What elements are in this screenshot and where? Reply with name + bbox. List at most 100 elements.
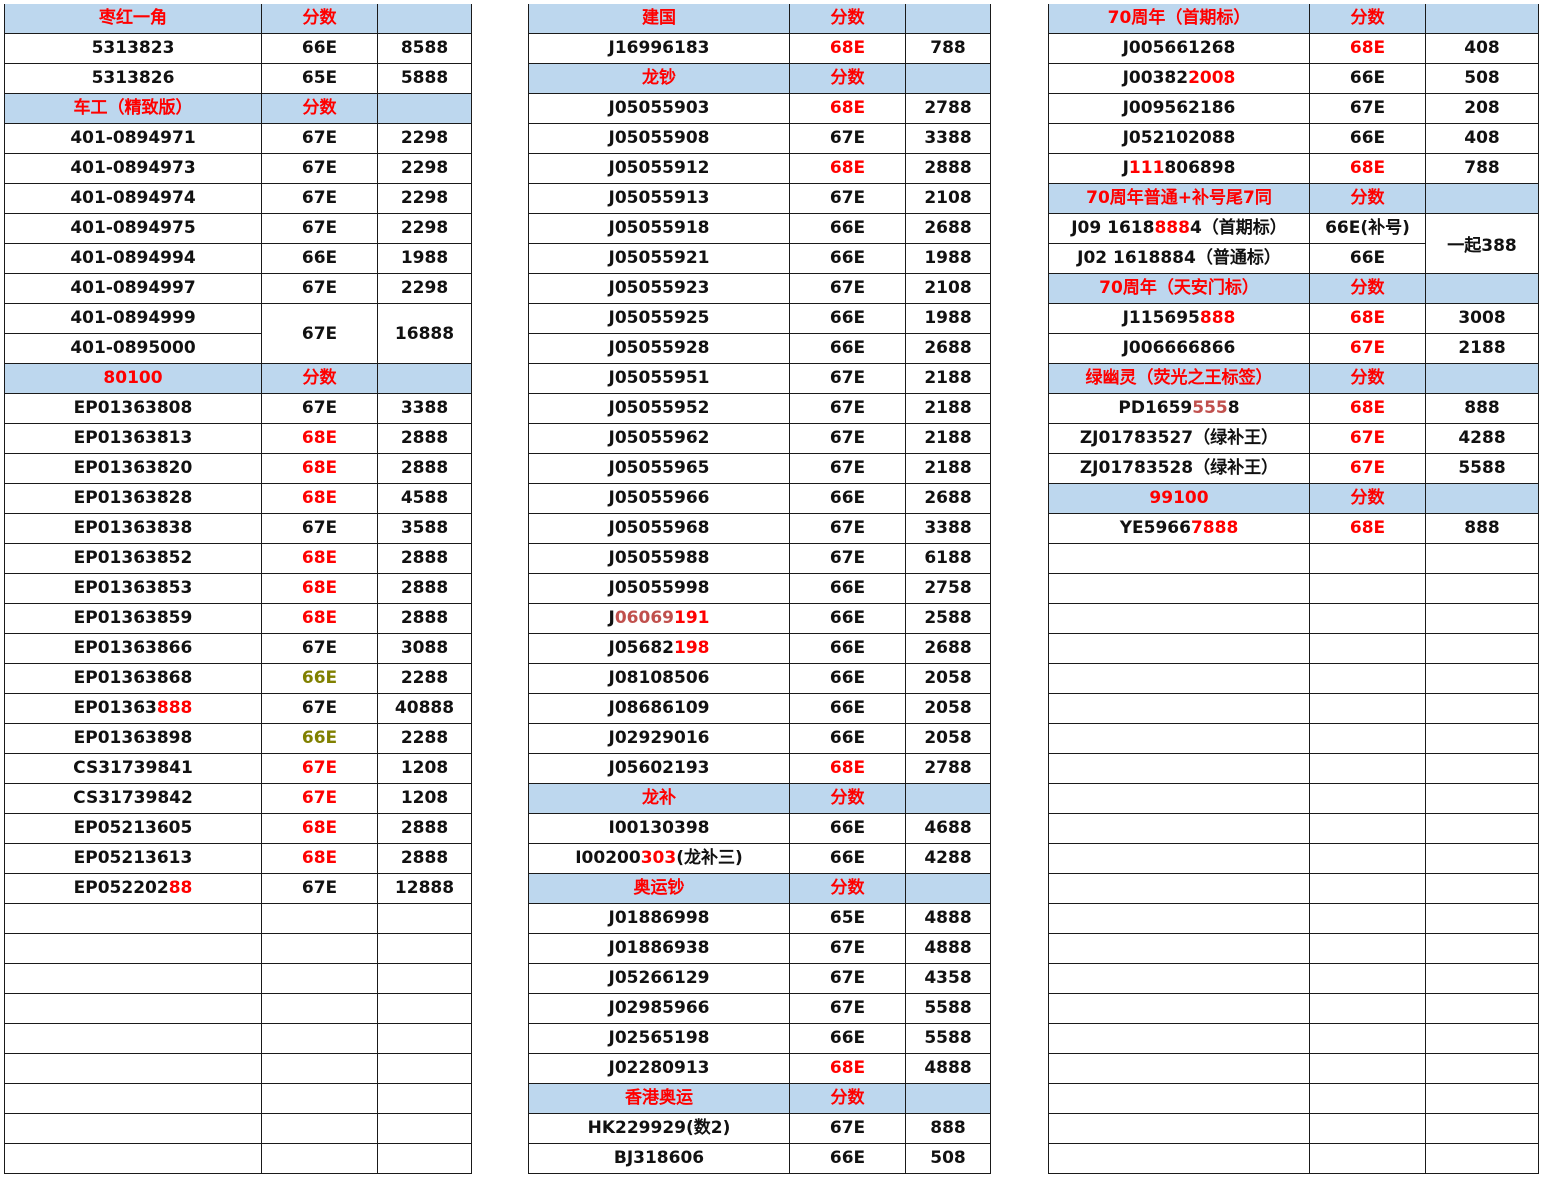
price-cell [1425,933,1539,964]
table-row: J05055908 67E 3388 [528,123,991,154]
table-row: J05055923 67E 2108 [528,273,991,304]
price-cell: 2298 [377,123,472,154]
price-cell: 4888 [905,933,991,964]
header-price-cell [905,1083,991,1114]
serial-cell: 401-0894999 [4,303,262,334]
table-row [1048,693,1539,724]
serial-cell: EP01363808 [4,393,262,424]
price-cell: 2888 [377,843,472,874]
table-row: J01886998 65E 4888 [528,903,991,934]
serial-cell [1048,933,1310,964]
price-cell [377,1113,472,1144]
table-row: EP01363866 67E 3088 [4,633,472,664]
table-row [1048,753,1539,784]
table-row [1048,1083,1539,1114]
grade-cell: 68E [261,483,378,514]
grade-cell [1309,663,1426,694]
grade-cell: 66E [261,663,378,694]
price-cell: 2188 [905,453,991,484]
header-price-cell [1425,4,1539,34]
serial-cell: 5313823 [4,33,262,64]
table-row [1048,1053,1539,1084]
serial-cell: I00130398 [528,813,790,844]
table-row: EP01363838 67E 3588 [4,513,472,544]
table-row: J05055965 67E 2188 [528,453,991,484]
grade-cell [1309,843,1426,874]
serial-cell: J05055923 [528,273,790,304]
price-cell: 508 [1425,63,1539,94]
price-cell: 2108 [905,183,991,214]
table-row [4,1023,472,1054]
serial-cell [4,1083,262,1114]
price-cell: 2298 [377,183,472,214]
table-row: J05682198 66E 2688 [528,633,991,664]
serial-cell: 5313826 [4,63,262,94]
grade-cell: 67E [261,273,378,304]
grade-cell: 65E [261,63,378,94]
grade-cell: 66E(补号) [1309,213,1426,244]
serial-cell: 401-0894997 [4,273,262,304]
price-cell: 5888 [377,63,472,94]
grade-cell [1309,1053,1426,1084]
table-row: J005661268 68E 408 [1048,33,1539,64]
grade-cell [1309,813,1426,844]
serial-cell: J05055913 [528,183,790,214]
table-row: 5313823 66E 8588 [4,33,472,64]
price-cell: 1988 [905,303,991,334]
price-cell: 4588 [377,483,472,514]
table-row: J05055913 67E 2108 [528,183,991,214]
table-row: J05055928 66E 2688 [528,333,991,364]
grade-cell [261,1143,378,1174]
table-row: 401-0894975 67E 2298 [4,213,472,244]
table-row [4,993,472,1024]
serial-cell [1048,753,1310,784]
header-serial-cell: 枣红一角 [4,4,262,34]
price-table-left: 枣红一角 分数 5313823 66E 8588 5313826 65E 5888 车工（精致版… [4,4,472,1174]
serial-cell [1048,573,1310,604]
section-header-row: 香港奥运 分数 [528,1083,991,1114]
header-serial-cell: 建国 [528,4,790,34]
header-price-cell [905,783,991,814]
table-row: J16996183 68E 788 [528,33,991,64]
header-serial-cell: 龙补 [528,783,790,814]
table-row: EP01363813 68E 2888 [4,423,472,454]
serial-cell: EP01363813 [4,423,262,454]
price-cell: 2688 [905,483,991,514]
grade-cell [261,1083,378,1114]
grade-cell: 67E [789,933,906,964]
grade-cell [1309,753,1426,784]
grade-cell [1309,603,1426,634]
serial-cell: BJ318606 [528,1143,790,1174]
price-cell [1425,813,1539,844]
serial-cell: J003822008 [1048,63,1310,94]
table-row: CS31739842 67E 1208 [4,783,472,814]
section-header-row: 99100 分数 [1048,483,1539,514]
table-row [1048,543,1539,574]
price-cell: 888 [1425,513,1539,544]
header-grade-cell: 分数 [1309,483,1426,514]
grade-cell: 66E [789,483,906,514]
serial-cell: EP05220288 [4,873,262,904]
header-serial-cell: 车工（精致版） [4,93,262,124]
table-row: J05055962 67E 2188 [528,423,991,454]
serial-cell: EP01363868 [4,663,262,694]
price-cell: 2788 [905,93,991,124]
price-cell [377,963,472,994]
table-row [1048,963,1539,994]
table-row: 401-0894999 67E 16888 [4,303,472,364]
price-cell: 2298 [377,213,472,244]
grade-cell: 66E [789,213,906,244]
serial-cell: EP01363888 [4,693,262,724]
table-row: J05055903 68E 2788 [528,93,991,124]
header-serial-cell: 奥运钞 [528,873,790,904]
table-row [1048,873,1539,904]
serial-cell: J05055966 [528,483,790,514]
table-row: EP05213613 68E 2888 [4,843,472,874]
price-cell [377,1023,472,1054]
grade-cell: 68E [261,543,378,574]
price-table-right: 70周年（首期标） 分数 J005661268 68E 408 J003822008 66E… [1048,4,1539,1174]
table-row [1048,573,1539,604]
section-header-row: 龙钞 分数 [528,63,991,94]
serial-segment: 7888 [1190,518,1239,538]
section-header-row: 车工（精致版） 分数 [4,93,472,124]
